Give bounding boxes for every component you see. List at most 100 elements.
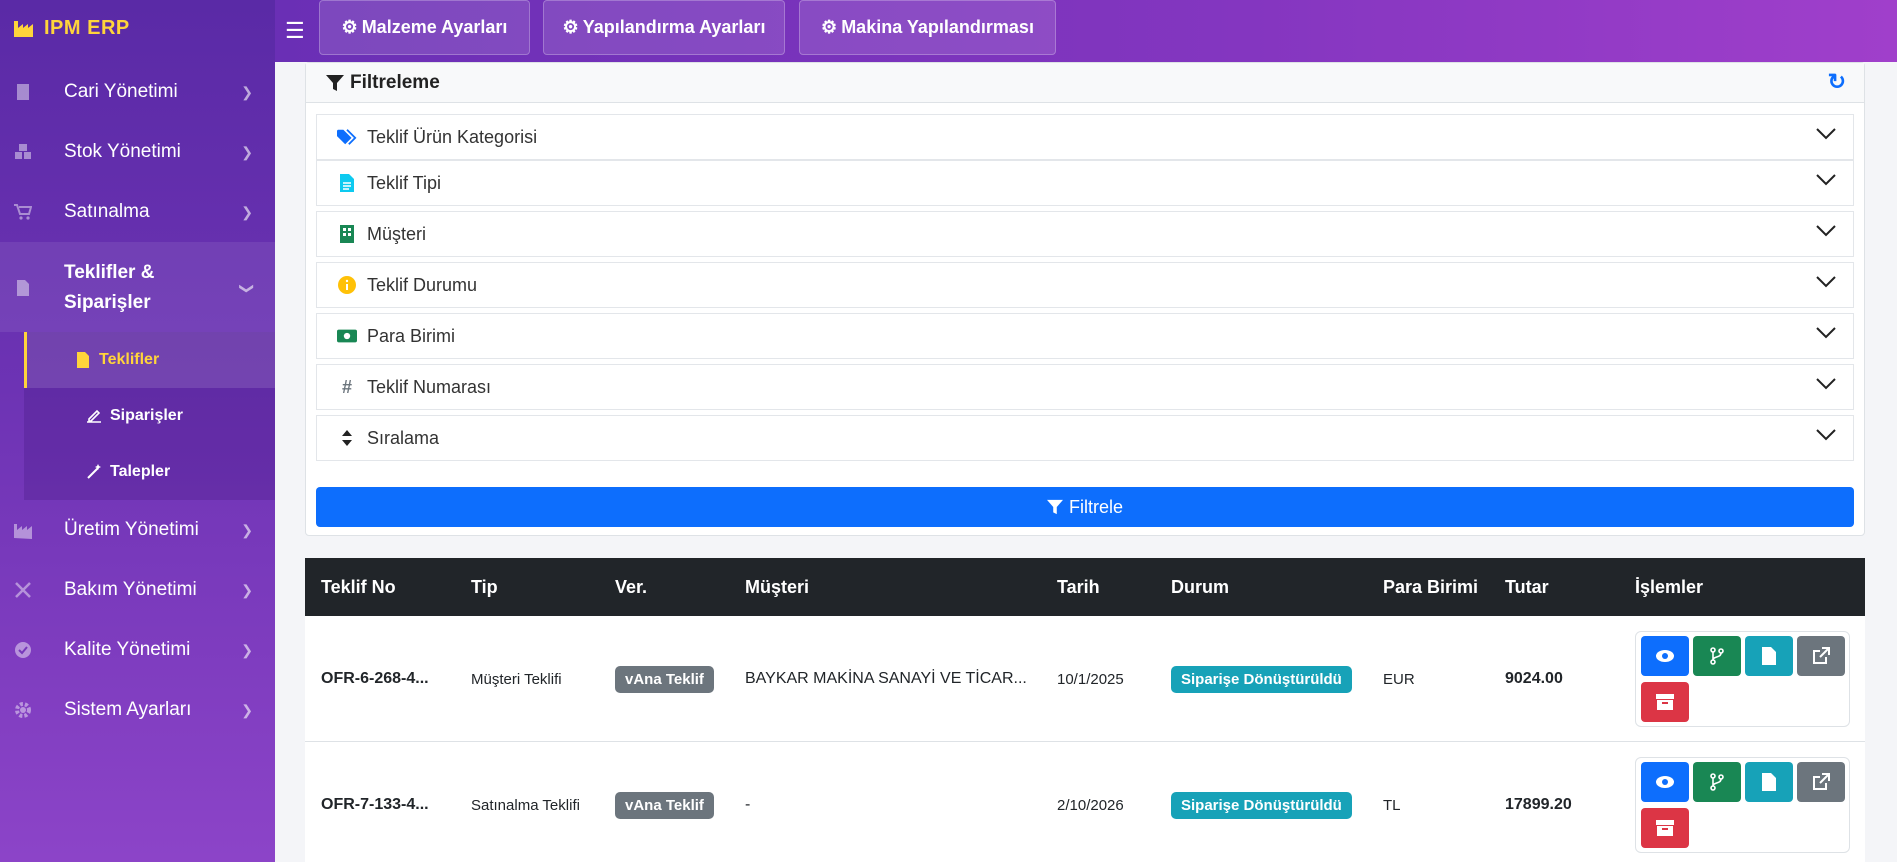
makina-yapilandirmasi-button[interactable]: ⚙ Makina Yapılandırması: [799, 0, 1056, 55]
tools-icon: [15, 582, 31, 598]
status-badge: Siparişe Dönüştürüldü: [1171, 665, 1352, 693]
topbar: ☰ ⚙ Malzeme Ayarları ⚙ Yapılandırma Ayar…: [275, 0, 1897, 62]
money-icon: [337, 329, 357, 343]
col-durum[interactable]: Durum: [1171, 558, 1229, 616]
gear-icon: ⚙: [562, 17, 579, 37]
filter-card: Filtreleme ↻ Teklif Ürün Kategorisi Tekl…: [305, 62, 1865, 536]
pdf-button[interactable]: [1745, 762, 1793, 802]
accordion-label: Para Birimi: [367, 325, 456, 346]
sidebar-item-uretim[interactable]: Üretim Yönetimi ❯: [0, 510, 275, 550]
cell-ver: vAna Teklif: [615, 742, 714, 862]
button-label: Filtrele: [1068, 496, 1123, 517]
cell-para-birimi: TL: [1383, 796, 1401, 814]
accordion-teklif-numarasi[interactable]: # Teklif Numarası: [316, 364, 1854, 410]
brand[interactable]: IPM ERP: [0, 0, 275, 56]
accordion-siralama[interactable]: Sıralama: [316, 415, 1854, 461]
sidebar-item-teklifler-siparisler[interactable]: Teklifler & Siparişler ❯: [0, 256, 275, 320]
submenu-item-talepler[interactable]: Talepler: [24, 444, 275, 500]
cell-ver: vAna Teklif: [615, 616, 714, 742]
cell-durum: Siparişe Dönüştürüldü: [1171, 616, 1352, 742]
sidebar-item-label: Teklifler & Siparişler: [64, 258, 154, 318]
revision-button[interactable]: [1693, 636, 1741, 676]
accordion-label: Teklif Tipi: [367, 172, 442, 193]
archive-button[interactable]: [1641, 808, 1689, 848]
view-button[interactable]: [1641, 762, 1689, 802]
accordion-para-birimi[interactable]: Para Birimi: [316, 313, 1854, 359]
accordion-teklif-durumu[interactable]: Teklif Durumu: [316, 262, 1854, 308]
code-branch-icon: [1710, 773, 1724, 791]
submenu-item-teklifler[interactable]: Teklifler: [24, 332, 275, 388]
sidebar: IPM ERP Cari Yönetimi ❯ Stok Yönetimi ❯ …: [0, 0, 275, 862]
industry-icon: [14, 21, 33, 37]
cell-tip: Müşteri Teklifi: [471, 670, 562, 688]
archive-icon: [1656, 820, 1674, 836]
malzeme-ayarlari-button[interactable]: ⚙ Malzeme Ayarları: [319, 0, 530, 55]
magic-icon: [87, 464, 101, 479]
file-icon: [77, 352, 89, 368]
archive-icon: [1656, 694, 1674, 710]
view-button[interactable]: [1641, 636, 1689, 676]
accordion-teklif-tipi[interactable]: Teklif Tipi: [316, 160, 1854, 206]
teklif-table: Teklif No Tip Ver. Müşteri Tarih Durum P…: [305, 558, 1865, 862]
chevron-down-icon: [1816, 174, 1836, 186]
filtrele-button[interactable]: Filtrele: [316, 487, 1854, 527]
boxes-icon: [15, 144, 31, 159]
file-invoice-icon: [17, 280, 29, 296]
submenu-label: Teklifler: [99, 351, 160, 368]
col-teklif-no[interactable]: Teklif No: [321, 558, 396, 616]
sidebar-item-sistem[interactable]: Sistem Ayarları ❯: [0, 690, 275, 730]
col-tutar[interactable]: Tutar: [1505, 558, 1549, 616]
filter-icon: [326, 74, 344, 91]
col-musteri[interactable]: Müşteri: [745, 558, 809, 616]
col-tip[interactable]: Tip: [471, 558, 498, 616]
sidebar-item-bakim[interactable]: Bakım Yönetimi ❯: [0, 570, 275, 610]
menu-toggle-icon[interactable]: ☰: [285, 18, 305, 44]
cell-musteri: BAYKAR MAKİNA SANAYİ VE TİCAR...: [745, 670, 1027, 687]
chevron-right-icon: ❯: [241, 641, 253, 658]
industry-icon: [14, 524, 32, 539]
brand-name: IPM ERP: [44, 16, 130, 39]
chevron-right-icon: ❯: [241, 521, 253, 538]
check-circle-icon: [15, 642, 31, 658]
version-badge: vAna Teklif: [615, 791, 714, 819]
table-header: Teklif No Tip Ver. Müşteri Tarih Durum P…: [305, 558, 1865, 616]
pdf-button[interactable]: [1745, 636, 1793, 676]
accordion-label: Teklif Numarası: [367, 376, 492, 397]
sidebar-item-kalite[interactable]: Kalite Yönetimi ❯: [0, 630, 275, 670]
sort-icon: [337, 430, 357, 446]
revision-button[interactable]: [1693, 762, 1741, 802]
accordion-teklif-urun-kategorisi[interactable]: Teklif Ürün Kategorisi: [316, 114, 1854, 160]
cell-durum: Siparişe Dönüştürüldü: [1171, 742, 1352, 862]
chevron-right-icon: ❯: [241, 701, 253, 718]
col-tarih[interactable]: Tarih: [1057, 558, 1100, 616]
info-circle-icon: [337, 276, 357, 294]
code-branch-icon: [1710, 647, 1724, 665]
open-external-button[interactable]: [1797, 762, 1845, 802]
sidebar-item-label: Sistem Ayarları: [64, 699, 192, 720]
gears-icon: ⚙: [821, 17, 838, 37]
sidebar-item-label: Üretim Yönetimi: [64, 519, 199, 540]
sidebar-item-cari[interactable]: Cari Yönetimi ❯: [0, 72, 275, 112]
label-line2: Siparişler: [64, 292, 151, 313]
table-row: OFR-6-268-4... Müşteri Teklifi vAna Tekl…: [305, 616, 1865, 742]
sidebar-item-stok[interactable]: Stok Yönetimi ❯: [0, 132, 275, 172]
cell-teklif-no: OFR-6-268-4...: [321, 670, 429, 687]
sidebar-item-label: Cari Yönetimi: [64, 81, 178, 102]
tags-icon: [337, 128, 357, 146]
col-ver[interactable]: Ver.: [615, 558, 647, 616]
yapilandirma-ayarlari-button[interactable]: ⚙ Yapılandırma Ayarları: [543, 0, 785, 55]
accordion-musteri[interactable]: Müşteri: [316, 211, 1854, 257]
sidebar-item-satinalma[interactable]: Satınalma ❯: [0, 192, 275, 232]
chevron-right-icon: ❯: [241, 143, 253, 160]
button-label: Makina Yapılandırması: [841, 17, 1034, 37]
eye-icon: [1656, 776, 1674, 788]
chevron-right-icon: ❯: [241, 203, 253, 220]
archive-button[interactable]: [1641, 682, 1689, 722]
accordion-label: Teklif Durumu: [367, 274, 478, 295]
refresh-icon[interactable]: ↻: [1828, 69, 1846, 95]
submenu-item-siparisler[interactable]: Siparişler: [24, 388, 275, 444]
cell-tarih: 10/1/2025: [1057, 670, 1124, 688]
col-para-birimi[interactable]: Para Birimi: [1383, 558, 1478, 616]
submenu-label: Siparişler: [110, 407, 183, 424]
open-external-button[interactable]: [1797, 636, 1845, 676]
